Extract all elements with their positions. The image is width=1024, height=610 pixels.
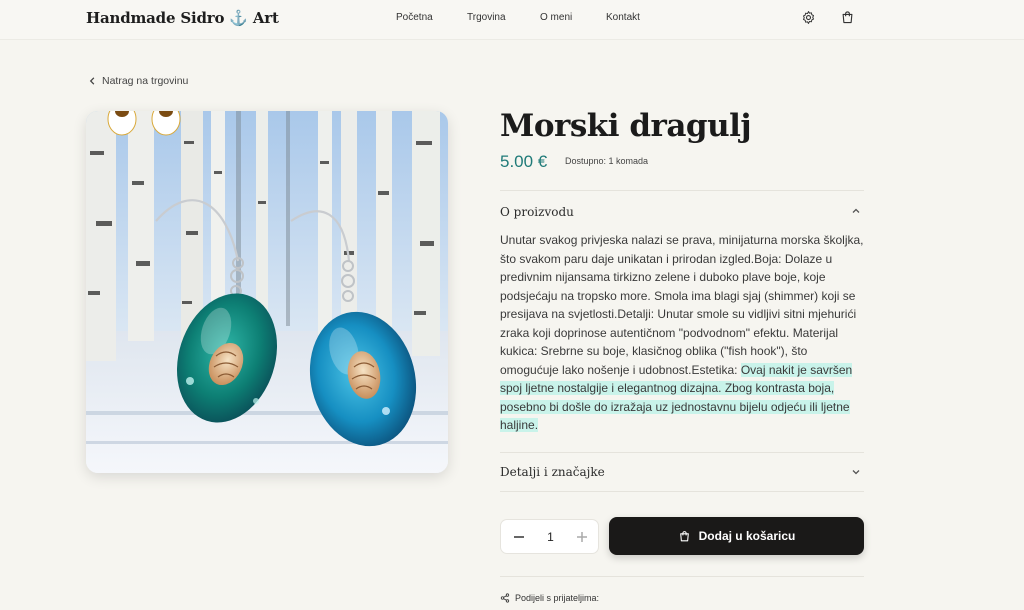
nav-home[interactable]: Početna [396,12,433,23]
divider [500,190,864,191]
share-section: Podijeli s prijateljima: [500,593,599,603]
site-header: Handmade Sidro ⚓ Art Početna Trgovina O … [0,0,1024,40]
logo-text: Handmade Sidro [86,9,225,27]
quantity-stepper: 1 [500,519,599,554]
anchor-icon: ⚓ [229,9,248,27]
divider [500,576,864,577]
nav-shop[interactable]: Trgovina [467,12,506,23]
product-title: Morski dragulj [500,108,752,144]
back-to-shop-link[interactable]: Natrag na trgovinu [88,75,188,87]
site-logo[interactable]: Handmade Sidro ⚓ Art [86,9,279,27]
product-image[interactable] [86,111,448,473]
cart-icon[interactable] [840,10,855,25]
share-label: Podijeli s prijateljima: [515,593,600,603]
cart-icon [679,530,689,541]
divider [500,452,864,453]
divider [500,491,864,492]
product-price: 5.00 € [500,152,548,171]
accordion-details-title[interactable]: Detalji i značajke [500,465,605,479]
share-icon[interactable] [500,593,510,603]
chevron-up-icon[interactable] [850,205,862,217]
description-text: Unutar svakog privjeska nalazi se prava,… [500,233,864,377]
settings-icon[interactable] [801,10,816,25]
chevron-down-icon[interactable] [850,466,862,478]
nav-contact[interactable]: Kontakt [606,12,640,23]
product-description: Unutar svakog privjeska nalazi se prava,… [500,231,868,435]
accordion-about-title[interactable]: O proizvodu [500,205,574,219]
earrings-photo [86,111,448,473]
add-to-cart-button[interactable]: Dodaj u košaricu [609,517,864,555]
nav-about[interactable]: O meni [540,12,572,23]
chevron-left-icon [89,77,95,85]
logo-suffix: Art [252,9,279,27]
back-link-label: Natrag na trgovinu [102,75,189,87]
add-to-cart-label: Dodaj u košaricu [698,529,796,543]
stock-label: Dostupno: 1 komada [565,156,649,166]
plus-icon[interactable] [574,529,590,545]
